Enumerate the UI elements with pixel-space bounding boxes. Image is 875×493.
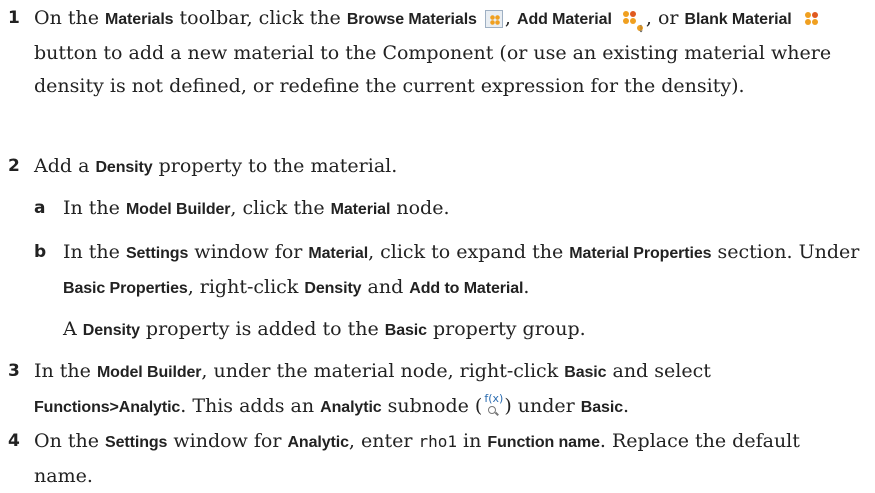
- blank-material-icon: [801, 9, 823, 29]
- step-text: On the Materials toolbar, click the Brow…: [34, 7, 832, 97]
- ui-term: Density: [304, 279, 362, 297]
- ui-term: Blank Material: [684, 11, 792, 28]
- code-value: rho1: [418, 432, 458, 451]
- step-number: 1: [8, 8, 20, 28]
- substep-text: In the Model Builder, click the Material…: [63, 197, 450, 219]
- ui-term: Density: [95, 159, 153, 176]
- step-text: Add a Density property to the material.: [34, 155, 398, 177]
- step-3: 3 In the Model Builder, under the materi…: [0, 355, 860, 424]
- ui-term: Function name: [487, 434, 600, 451]
- step-text: In the Model Builder, under the material…: [34, 360, 711, 418]
- substep-a: a In the Model Builder, click the Materi…: [34, 192, 860, 227]
- ui-term: Material: [308, 245, 369, 262]
- add-material-icon: ⇣: [621, 9, 645, 35]
- step-number: 4: [8, 431, 20, 451]
- analytic-function-icon: f(x): [483, 392, 503, 418]
- substep-text: In the Settings window for Material, cli…: [63, 241, 860, 298]
- step-1: 1 On the Materials toolbar, click the Br…: [0, 2, 860, 104]
- ui-term: Analytic: [320, 398, 382, 416]
- ui-term: Basic Properties: [63, 279, 188, 297]
- instruction-page: 1 On the Materials toolbar, click the Br…: [0, 0, 875, 492]
- step-text: On the Settings window for Analytic, ent…: [34, 430, 800, 487]
- ui-term: Model Builder: [96, 364, 202, 381]
- ui-term: Settings: [125, 245, 189, 262]
- substep-letter: a: [34, 198, 46, 218]
- step-4: 4 On the Settings window for Analytic, e…: [0, 425, 860, 493]
- substep-b: b In the Settings window for Material, c…: [34, 236, 860, 305]
- ui-term: Materials: [105, 11, 174, 28]
- step-number: 2: [8, 156, 20, 176]
- ui-term: Basic: [564, 364, 607, 381]
- note-text: A Density property is added to the Basic…: [63, 318, 586, 340]
- ui-term: Functions>Analytic: [34, 398, 181, 416]
- ui-term: Density: [82, 322, 140, 339]
- ui-term: Basic: [580, 398, 623, 416]
- ui-term: Model Builder: [125, 201, 231, 218]
- substep-letter: b: [34, 242, 47, 262]
- step-2: 2 Add a Density property to the material…: [0, 150, 860, 185]
- substep-note: A Density property is added to the Basic…: [34, 313, 860, 348]
- ui-term: Material Properties: [569, 245, 712, 262]
- ui-term: Add to Material: [409, 279, 524, 297]
- ui-term: Analytic: [287, 434, 349, 451]
- ui-term: Add Material: [516, 11, 612, 28]
- ui-term: Material: [330, 201, 391, 218]
- step-number: 3: [8, 361, 20, 381]
- ui-term: Basic: [384, 322, 427, 339]
- ui-term: Settings: [105, 434, 168, 451]
- ui-term: Browse Materials: [346, 11, 477, 28]
- browse-materials-icon: [484, 10, 503, 28]
